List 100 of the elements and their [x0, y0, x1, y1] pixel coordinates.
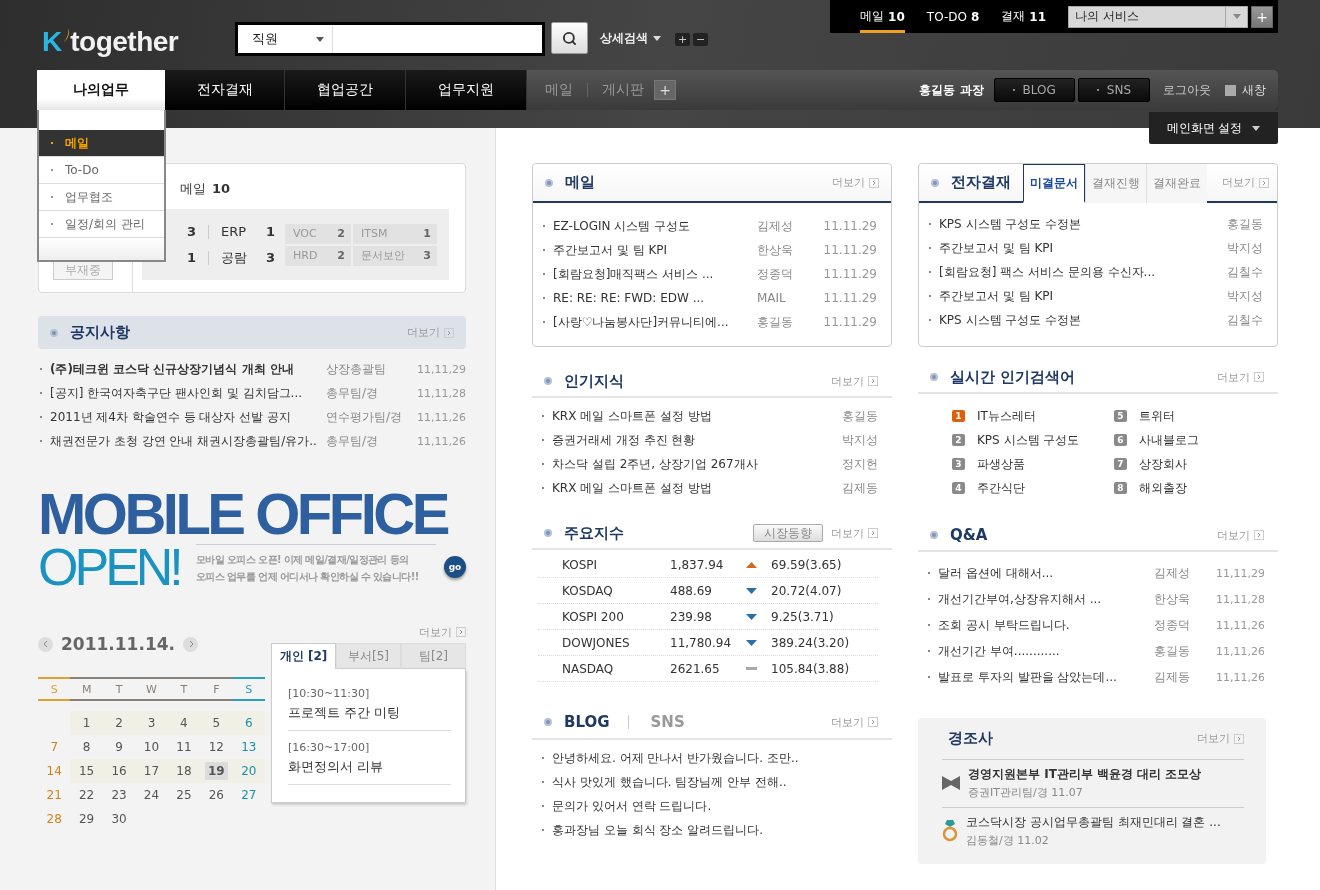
- question-title[interactable]: 개선기간부여,상장유지해서 ...: [938, 590, 1146, 608]
- event-title[interactable]: 프로젝트 주간 미팅: [288, 704, 451, 722]
- service-select[interactable]: 나의 서비스: [1068, 5, 1248, 28]
- zoom-button[interactable]: −: [693, 33, 708, 46]
- calendar-day[interactable]: 30: [108, 810, 130, 828]
- rank-badge: 6: [1114, 434, 1127, 446]
- mail-title[interactable]: 주간보고서 및 팀 KPI: [553, 241, 749, 259]
- search-field[interactable]: 직원: [235, 22, 545, 56]
- question-title[interactable]: 달러 옵션에 대해서...: [938, 564, 1146, 582]
- index-name: KOSPI: [562, 557, 599, 572]
- nav-tab[interactable]: 협업공간: [285, 70, 406, 110]
- calendar-day[interactable]: 3: [144, 714, 159, 732]
- knowledge-title[interactable]: 증권거래세 개정 추진 현황: [552, 431, 810, 449]
- calendar-day[interactable]: 8: [79, 738, 94, 756]
- occasion-title[interactable]: 경영지원본부 IT관리부 백윤경 대리 조모상: [968, 766, 1202, 783]
- calendar-day[interactable]: 16: [108, 762, 130, 780]
- post-title[interactable]: 식사 맛있게 했습니다. 팀장님께 안부 전해..: [552, 773, 878, 791]
- mail-sender: 김제성: [757, 217, 794, 235]
- mail-title[interactable]: EZ-LOGIN 시스템 구성도: [553, 217, 749, 235]
- calendar-day[interactable]: 1: [79, 714, 94, 732]
- mail-title[interactable]: [사랑♡나눔봉사단]커뮤니티에...: [553, 313, 749, 331]
- calendar-day[interactable]: 17: [140, 762, 163, 780]
- weekday-label: T: [102, 677, 136, 701]
- search-term[interactable]: 사내블로그: [1139, 431, 1278, 449]
- calendar-day[interactable]: 19: [205, 762, 228, 780]
- section-tab[interactable]: BLOG: [564, 713, 610, 731]
- approval-tab[interactable]: 미결문서: [1023, 164, 1085, 203]
- event-title[interactable]: 화면정의서 리뷰: [288, 758, 451, 776]
- calendar-day[interactable]: 15: [76, 762, 98, 780]
- question-title[interactable]: 발표로 투자의 발판을 삼았는데...: [938, 668, 1146, 686]
- notice-title[interactable]: [공지] 한국여자축구단 팬사인회 및 김치담그...: [50, 384, 322, 402]
- calendar-day[interactable]: 5: [209, 714, 224, 732]
- calendar-day[interactable]: 10: [140, 738, 163, 756]
- user-link-button[interactable]: BLOG: [993, 78, 1075, 102]
- settings-button[interactable]: 메인화면 설정: [1149, 112, 1278, 144]
- search-term[interactable]: 주간식단: [977, 479, 1114, 497]
- calendar-day[interactable]: 26: [205, 786, 227, 804]
- calendar-day[interactable]: 12: [205, 738, 227, 756]
- knowledge-title[interactable]: KRX 메일 스마트폰 설정 방법: [552, 479, 810, 497]
- calendar-day[interactable]: 24: [140, 786, 163, 804]
- add-button[interactable]: +: [654, 80, 676, 100]
- question-title[interactable]: 개선기간 부여............: [938, 642, 1146, 660]
- occasion-title[interactable]: 코스닥시장 공시업무총괄팀 최재민대리 결혼 ...: [966, 814, 1221, 831]
- calendar-day[interactable]: 25: [173, 786, 195, 804]
- knowledge-title[interactable]: KRX 메일 스마트폰 설정 방법: [552, 407, 810, 425]
- approval-title[interactable]: KPS 시스템 구성도 수정본: [939, 311, 1195, 329]
- approval-tab[interactable]: 결재완료: [1146, 164, 1207, 203]
- menu-item[interactable]: To-Do: [39, 157, 164, 184]
- question-title[interactable]: 조회 공시 부탁드립니다.: [938, 616, 1146, 634]
- index-value: 488.69: [670, 583, 713, 598]
- question-author: 정종덕: [1154, 616, 1191, 634]
- notice-title[interactable]: (주)테크윈 코스닥 신규상장기념식 개최 안내: [50, 360, 322, 378]
- counter-tab[interactable]: 메일 10: [860, 0, 905, 33]
- calendar-day[interactable]: 9: [112, 738, 126, 756]
- calendar-day[interactable]: 11: [173, 738, 195, 756]
- post-title[interactable]: 홍과장님 오늘 회식 장소 알려드립니다.: [552, 821, 878, 839]
- calendar-day[interactable]: 22: [76, 786, 98, 804]
- schedule-tab[interactable]: 개인 [2]: [271, 643, 336, 669]
- go-button[interactable]: go: [444, 556, 466, 578]
- post-title[interactable]: 문의가 있어서 연락 드립니다.: [552, 797, 878, 815]
- bullet-icon: [931, 178, 939, 187]
- user-link-button[interactable]: SNS: [1077, 78, 1150, 102]
- checkbox[interactable]: [1225, 84, 1236, 96]
- calendar-day[interactable]: 18: [173, 762, 195, 780]
- knowledge-title[interactable]: 차스닥 설립 2주년, 상장기업 267개사: [552, 455, 810, 473]
- menu-item[interactable]: 업무협조: [39, 184, 164, 211]
- counter-tab[interactable]: 결재 11: [1001, 0, 1046, 33]
- notice-title[interactable]: 채권전문가 초청 강연 안내 채권시장총괄팀/유가..: [50, 432, 322, 450]
- next-button[interactable]: [183, 636, 198, 652]
- calendar-day[interactable]: 23: [108, 786, 130, 804]
- mail-title[interactable]: RE: RE: RE: FWD: EDW ...: [553, 291, 749, 305]
- menu-item[interactable]: 메일: [39, 130, 164, 157]
- nav-tab[interactable]: 전자결재: [165, 70, 285, 110]
- previous-button[interactable]: [38, 636, 53, 652]
- search-term[interactable]: 상장회사: [1139, 455, 1278, 473]
- dash-icon: [746, 667, 757, 670]
- calendar-day[interactable]: 29: [76, 810, 98, 828]
- detail-search-button[interactable]: 상세검색: [600, 30, 661, 47]
- notice-title[interactable]: 2011년 제4차 학술연수 등 대상자 선발 공지: [50, 408, 322, 426]
- nav-tab[interactable]: 업무지원: [406, 70, 527, 110]
- approval-title[interactable]: [회람요청] 팩스 서비스 문의용 수신자...: [939, 263, 1195, 281]
- search-term[interactable]: 해외출장: [1139, 479, 1278, 497]
- search-term[interactable]: KPS 시스템 구성도: [977, 431, 1114, 449]
- approval-title[interactable]: KPS 시스템 구성도 수정본: [939, 215, 1195, 233]
- search-term[interactable]: 트위터: [1139, 407, 1278, 425]
- zoom-button[interactable]: +: [675, 33, 690, 46]
- add-button[interactable]: +: [1251, 5, 1273, 28]
- approval-title[interactable]: 주간보고서 및 팀 KPI: [939, 239, 1195, 257]
- menu-item[interactable]: 일정/회의 관리: [39, 211, 164, 238]
- search-button[interactable]: [551, 22, 588, 54]
- mail-title[interactable]: [회람요청]매직팩스 서비스 ...: [553, 265, 749, 283]
- counter-tab[interactable]: TO-DO 8: [926, 0, 980, 33]
- calendar-day[interactable]: 4: [177, 714, 191, 732]
- search-term[interactable]: 파생상품: [977, 455, 1114, 473]
- search-term[interactable]: IT뉴스레터: [977, 407, 1114, 425]
- nav-tab[interactable]: 나의업무: [37, 70, 165, 110]
- post-title[interactable]: 안녕하세요. 어제 만나서 반가웠습니다. 조만..: [552, 749, 878, 767]
- approval-title[interactable]: 주간보고서 및 팀 KPI: [939, 287, 1195, 305]
- logout-link[interactable]: 로그아웃: [1163, 81, 1211, 99]
- calendar-day[interactable]: 2: [112, 714, 126, 732]
